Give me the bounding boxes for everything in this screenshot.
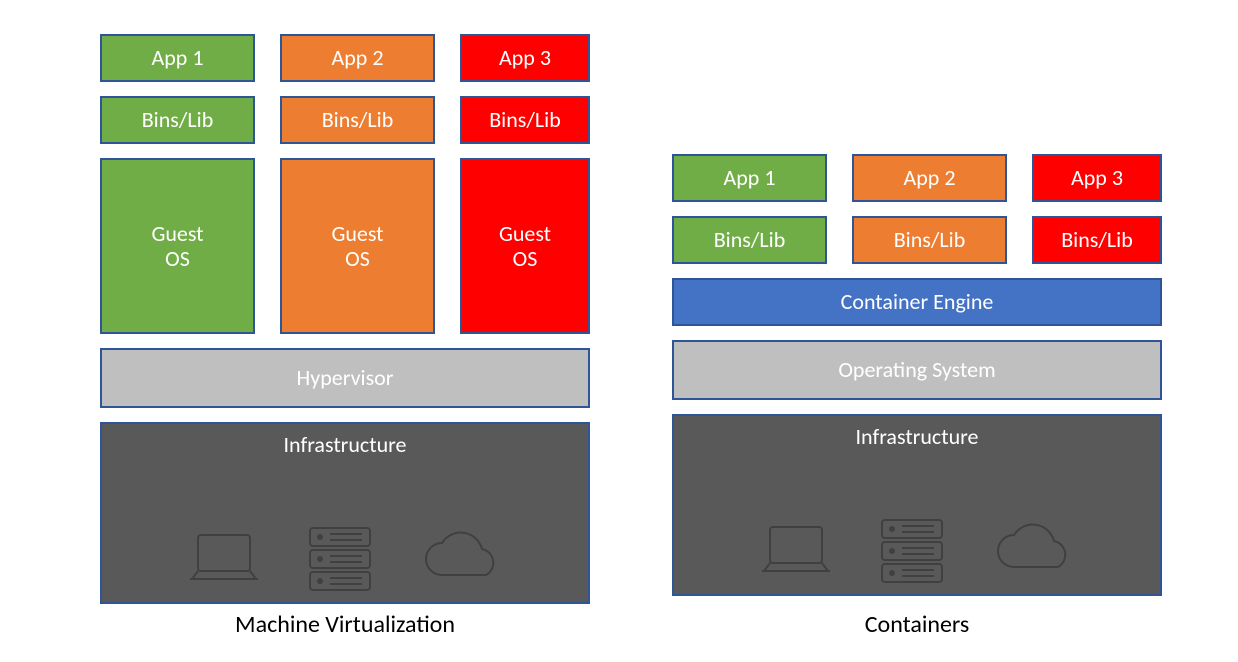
ct-app-3: App 3 <box>1032 154 1162 202</box>
vm-app-2: App 2 <box>280 34 435 82</box>
ct-infrastructure: Infrastructure <box>672 414 1162 596</box>
ct-app-2: App 2 <box>852 154 1007 202</box>
vm-infrastructure: Infrastructure <box>100 422 590 604</box>
vm-app-3: App 3 <box>460 34 590 82</box>
cloud-icon <box>988 521 1078 581</box>
server-icon <box>872 516 952 586</box>
ct-infrastructure-label: Infrastructure <box>856 424 979 449</box>
ct-caption: Containers <box>672 610 1162 639</box>
laptop-icon <box>184 529 264 589</box>
vm-caption: Machine Virtualization <box>100 610 590 639</box>
laptop-icon <box>756 521 836 581</box>
vm-guest-3: Guest OS <box>460 158 590 334</box>
ct-bins-3: Bins/Lib <box>1032 216 1162 264</box>
ct-bins-1: Bins/Lib <box>672 216 827 264</box>
vm-guest-2: Guest OS <box>280 158 435 334</box>
vm-infra-icons <box>102 524 588 594</box>
ct-os: Operating System <box>672 340 1162 400</box>
vm-guest-1: Guest OS <box>100 158 255 334</box>
vm-bins-2: Bins/Lib <box>280 96 435 144</box>
ct-panel: App 1 Bins/Lib App 2 Bins/Lib App 3 Bins… <box>672 154 1162 644</box>
cloud-icon <box>416 529 506 589</box>
ct-infra-icons <box>674 516 1160 586</box>
vm-panel: App 1 Bins/Lib Guest OS App 2 Bins/Lib G… <box>100 34 590 644</box>
server-icon <box>300 524 380 594</box>
vm-bins-1: Bins/Lib <box>100 96 255 144</box>
ct-bins-2: Bins/Lib <box>852 216 1007 264</box>
vm-bins-3: Bins/Lib <box>460 96 590 144</box>
ct-app-1: App 1 <box>672 154 827 202</box>
vm-hypervisor: Hypervisor <box>100 348 590 408</box>
vm-infrastructure-label: Infrastructure <box>284 432 407 457</box>
vm-app-1: App 1 <box>100 34 255 82</box>
ct-engine: Container Engine <box>672 278 1162 326</box>
